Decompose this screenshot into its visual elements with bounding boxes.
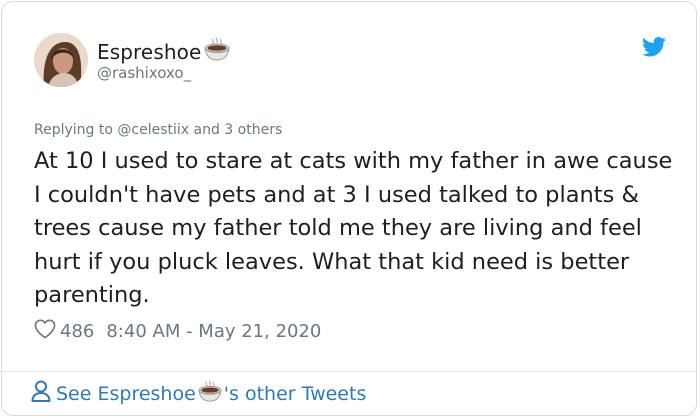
tweet-text: At 10 I used to stare at cats with my fa… — [34, 148, 673, 308]
see-more-suffix: 's other Tweets — [223, 382, 367, 405]
see-more-prefix: See Espreshoe — [56, 382, 196, 405]
tweet-meta: 486 8:40 AM - May 21, 2020 — [34, 319, 321, 344]
author-handle[interactable]: @rashixoxo_ — [97, 64, 191, 82]
coffee-cup-icon — [197, 379, 223, 408]
twitter-bird-icon[interactable] — [642, 37, 666, 61]
reply-prefix: Replying to — [34, 122, 113, 138]
tweet-timestamp[interactable]: 8:40 AM - May 21, 2020 — [106, 321, 321, 342]
heart-icon[interactable] — [34, 319, 56, 344]
like-count[interactable]: 486 — [60, 321, 94, 342]
tweet-card: Espreshoe @rashixoxo_ Replying to @celes… — [1, 1, 697, 416]
reply-context: Replying to @celestiix and 3 others — [34, 122, 282, 138]
coffee-cup-icon — [203, 36, 231, 67]
author-display-name[interactable]: Espreshoe — [97, 36, 231, 67]
avatar[interactable] — [34, 33, 88, 87]
author-name-text: Espreshoe — [97, 39, 202, 64]
reply-mention-link[interactable]: @celestiix — [117, 122, 189, 138]
person-icon — [30, 379, 52, 408]
footer-divider — [2, 371, 696, 372]
reply-suffix[interactable]: and 3 others — [194, 122, 283, 138]
see-other-tweets-link[interactable]: See Espreshoe 's other Tweets — [30, 379, 366, 408]
